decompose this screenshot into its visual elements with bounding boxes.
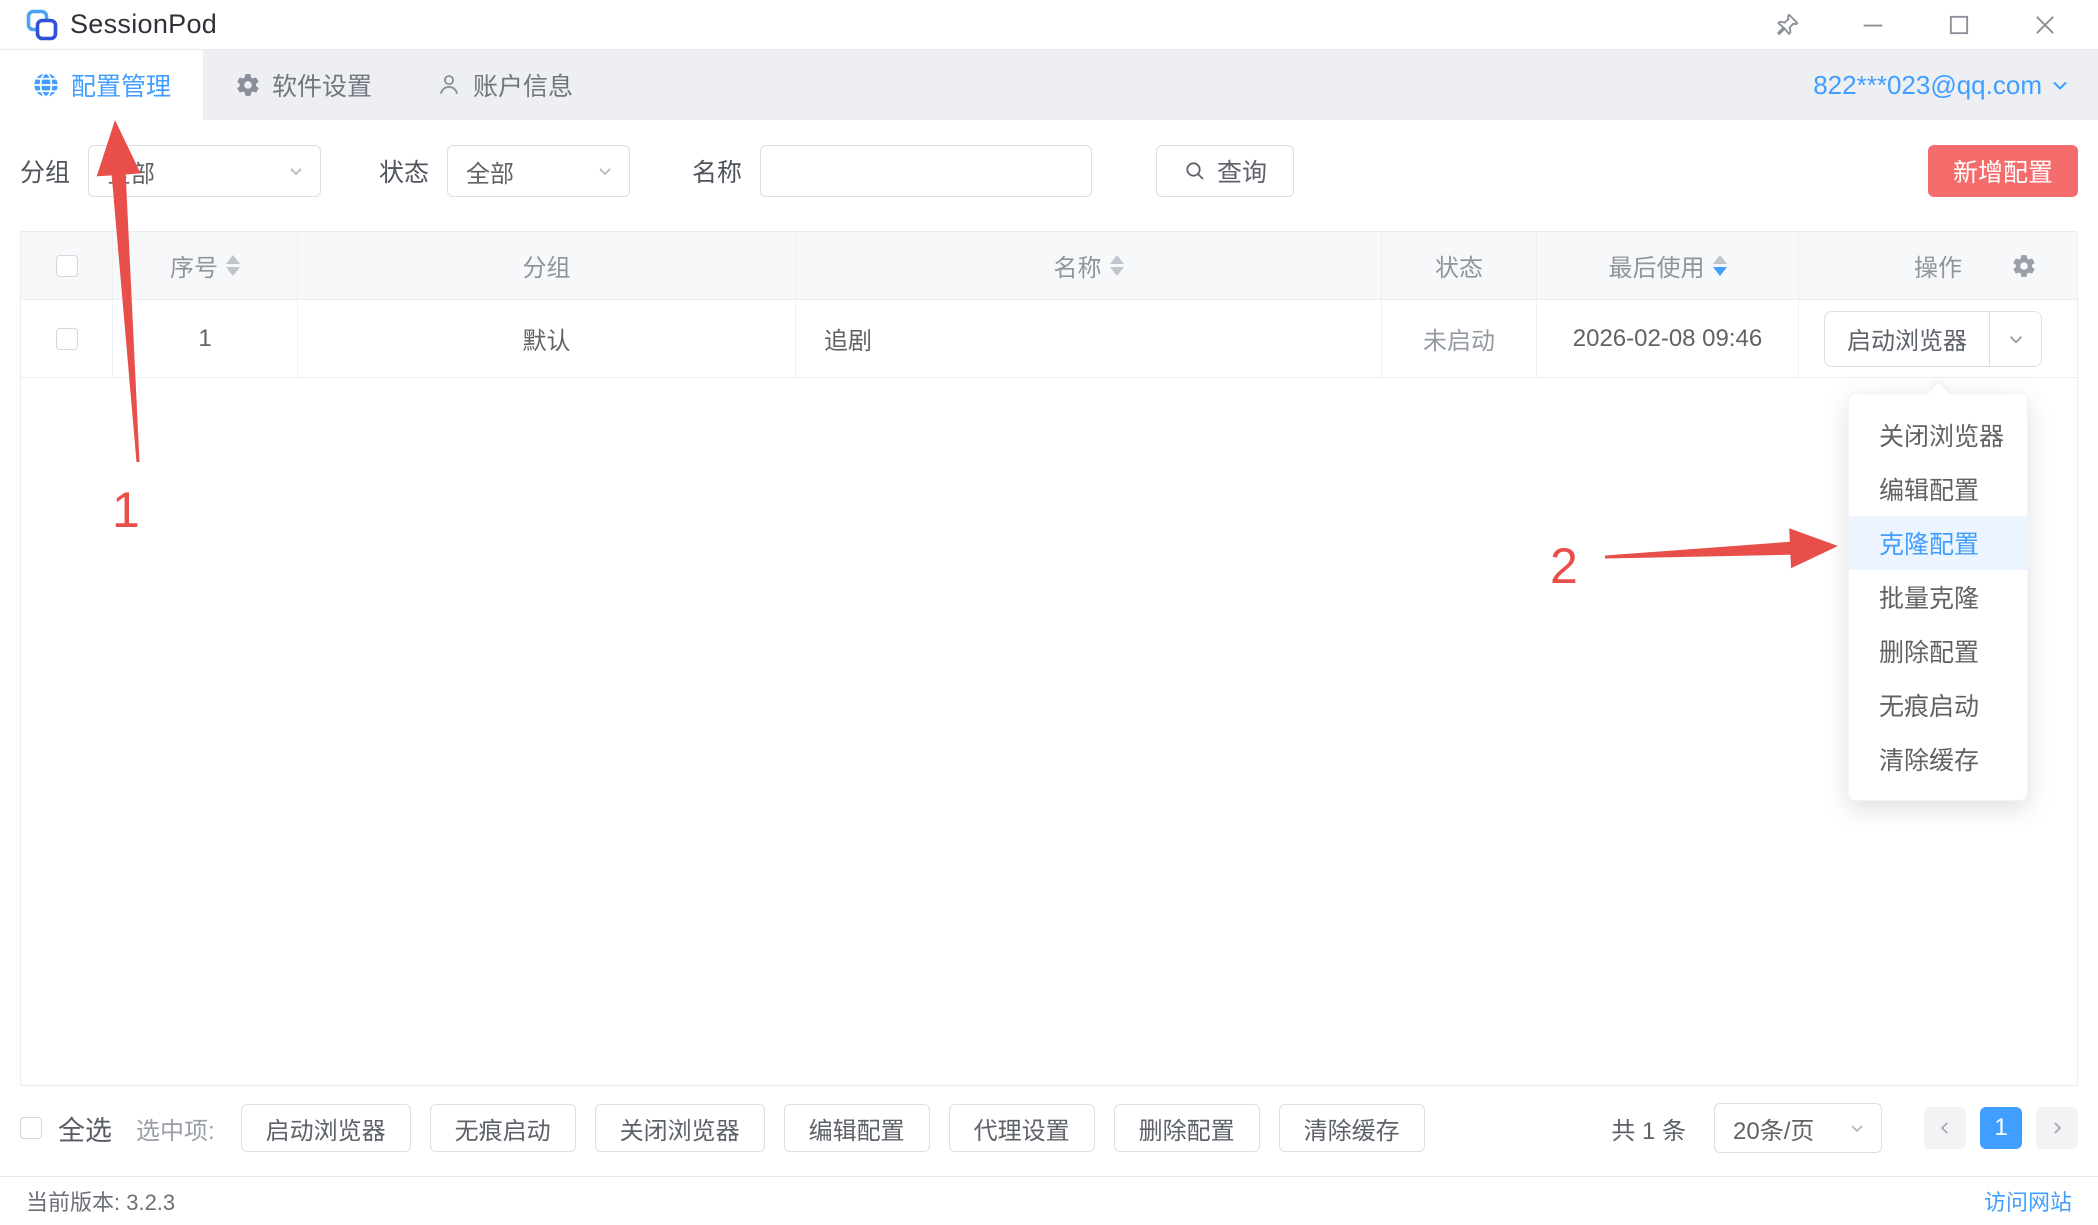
main-content: 分组 全部 状态 全部 名称 查询 新增配置 序号 [0, 121, 2098, 1176]
column-header-group: 分组 [298, 232, 796, 299]
menu-item-clear-cache[interactable]: 清除缓存 [1849, 732, 2027, 786]
row-name: 追剧 [796, 300, 1382, 377]
chevron-down-icon [595, 161, 615, 181]
table-empty-area [21, 378, 2077, 1085]
tab-bar: 配置管理 软件设置 账户信息 822***023@qq.com [0, 50, 2098, 120]
version-label: 当前版本: 3.2.3 [26, 1185, 175, 1217]
chevron-right-icon [2047, 1118, 2067, 1138]
chevron-down-icon [2005, 328, 2027, 350]
search-button[interactable]: 查询 [1156, 145, 1294, 197]
row-action-dropdown-toggle[interactable] [1989, 312, 2041, 366]
filter-row: 分组 全部 状态 全部 名称 查询 新增配置 [20, 145, 2078, 197]
column-header-index[interactable]: 序号 [113, 232, 298, 299]
page-size-value: 20条/页 [1733, 1111, 1814, 1146]
column-header-last-used[interactable]: 最后使用 [1537, 232, 1799, 299]
row-status: 未启动 [1382, 300, 1537, 377]
bulk-delete-config-button[interactable]: 删除配置 [1114, 1104, 1260, 1152]
launch-browser-button[interactable]: 启动浏览器 [1825, 312, 1989, 366]
tab-config-management[interactable]: 配置管理 [0, 50, 203, 120]
bulk-incognito-launch-button[interactable]: 无痕启动 [430, 1104, 576, 1152]
column-header-status: 状态 [1382, 232, 1537, 299]
total-count-label: 共 1 条 [1611, 1111, 1686, 1146]
bulk-clear-cache-button[interactable]: 清除缓存 [1279, 1104, 1425, 1152]
row-action-menu: 关闭浏览器 编辑配置 克隆配置 批量克隆 删除配置 无痕启动 清除缓存 [1848, 393, 2028, 801]
add-config-label: 新增配置 [1953, 153, 2053, 189]
search-button-label: 查询 [1217, 153, 1267, 189]
row-index: 1 [113, 300, 298, 377]
current-page-button[interactable]: 1 [1980, 1107, 2022, 1149]
group-filter-select[interactable]: 全部 [88, 145, 321, 197]
bulk-edit-config-button[interactable]: 编辑配置 [784, 1104, 930, 1152]
status-filter-value: 全部 [466, 154, 514, 189]
chevron-down-icon [1847, 1118, 1867, 1138]
bulk-close-browser-button[interactable]: 关闭浏览器 [595, 1104, 765, 1152]
sort-icon [1110, 255, 1124, 276]
close-icon[interactable] [2030, 10, 2060, 40]
menu-item-delete-config[interactable]: 删除配置 [1849, 624, 2027, 678]
chevron-down-icon [2048, 73, 2072, 97]
tab-label: 配置管理 [71, 67, 171, 103]
search-icon [1183, 159, 1207, 183]
sort-icon [226, 255, 240, 276]
tab-label: 软件设置 [272, 67, 372, 103]
menu-item-batch-clone[interactable]: 批量克隆 [1849, 570, 2027, 624]
row-last-used: 2026-02-08 09:46 [1537, 300, 1799, 377]
row-action-split-button: 启动浏览器 [1824, 311, 2042, 367]
column-header-name[interactable]: 名称 [796, 232, 1382, 299]
person-icon [436, 72, 462, 98]
sort-icon-active-desc [1713, 255, 1727, 276]
tab-software-settings[interactable]: 软件设置 [203, 50, 404, 120]
menu-item-incognito-launch[interactable]: 无痕启动 [1849, 678, 2027, 732]
app-title: SessionPod [70, 9, 217, 40]
bottom-toolbar: 全选 选中项: 启动浏览器 无痕启动 关闭浏览器 编辑配置 代理设置 删除配置 … [20, 1100, 2078, 1156]
account-menu[interactable]: 822***023@qq.com [1813, 50, 2098, 120]
name-filter-input[interactable] [760, 145, 1092, 197]
menu-item-close-browser[interactable]: 关闭浏览器 [1849, 408, 2027, 462]
table-header-row: 序号 分组 名称 状态 最后使用 操作 [21, 232, 2077, 300]
chevron-down-icon [286, 161, 306, 181]
column-header-actions: 操作 [1799, 232, 2077, 299]
selected-items-label: 选中项: [136, 1111, 215, 1146]
minimize-icon[interactable] [1858, 10, 1888, 40]
group-filter-value: 全部 [107, 154, 155, 189]
config-table: 序号 分组 名称 状态 最后使用 操作 [20, 231, 2078, 1086]
next-page-button[interactable] [2036, 1107, 2078, 1149]
select-all-label: 全选 [58, 1109, 112, 1148]
bulk-proxy-settings-button[interactable]: 代理设置 [949, 1104, 1095, 1152]
menu-item-clone-config[interactable]: 克隆配置 [1849, 516, 2027, 570]
prev-page-button[interactable] [1924, 1107, 1966, 1149]
column-settings-gear-icon[interactable] [2011, 253, 2037, 279]
bulk-launch-browser-button[interactable]: 启动浏览器 [241, 1104, 411, 1152]
status-filter-select[interactable]: 全部 [447, 145, 630, 197]
chevron-left-icon [1935, 1118, 1955, 1138]
tab-label: 账户信息 [473, 67, 573, 103]
account-email: 822***023@qq.com [1813, 70, 2042, 101]
globe-icon [32, 71, 60, 99]
tab-account-info[interactable]: 账户信息 [404, 50, 605, 120]
group-filter-label: 分组 [20, 153, 70, 189]
select-all-checkbox[interactable] [20, 1117, 42, 1139]
header-checkbox[interactable] [56, 255, 78, 277]
add-config-button[interactable]: 新增配置 [1928, 145, 2078, 197]
status-bar: 当前版本: 3.2.3 访问网站 [0, 1176, 2098, 1225]
pin-icon[interactable] [1772, 10, 1802, 40]
page-size-select[interactable]: 20条/页 [1714, 1103, 1882, 1153]
app-logo-icon [24, 7, 60, 43]
title-bar: SessionPod [0, 0, 2098, 50]
maximize-icon[interactable] [1944, 10, 1974, 40]
table-row: 1 默认 追剧 未启动 2026-02-08 09:46 启动浏览器 [21, 300, 2077, 378]
gear-icon [235, 72, 261, 98]
row-checkbox[interactable] [56, 328, 78, 350]
visit-website-link[interactable]: 访问网站 [1984, 1185, 2072, 1217]
name-filter-label: 名称 [692, 153, 742, 189]
pagination: 共 1 条 20条/页 1 [1611, 1103, 2078, 1153]
menu-item-edit-config[interactable]: 编辑配置 [1849, 462, 2027, 516]
row-group: 默认 [298, 300, 796, 377]
status-filter-label: 状态 [379, 153, 429, 189]
